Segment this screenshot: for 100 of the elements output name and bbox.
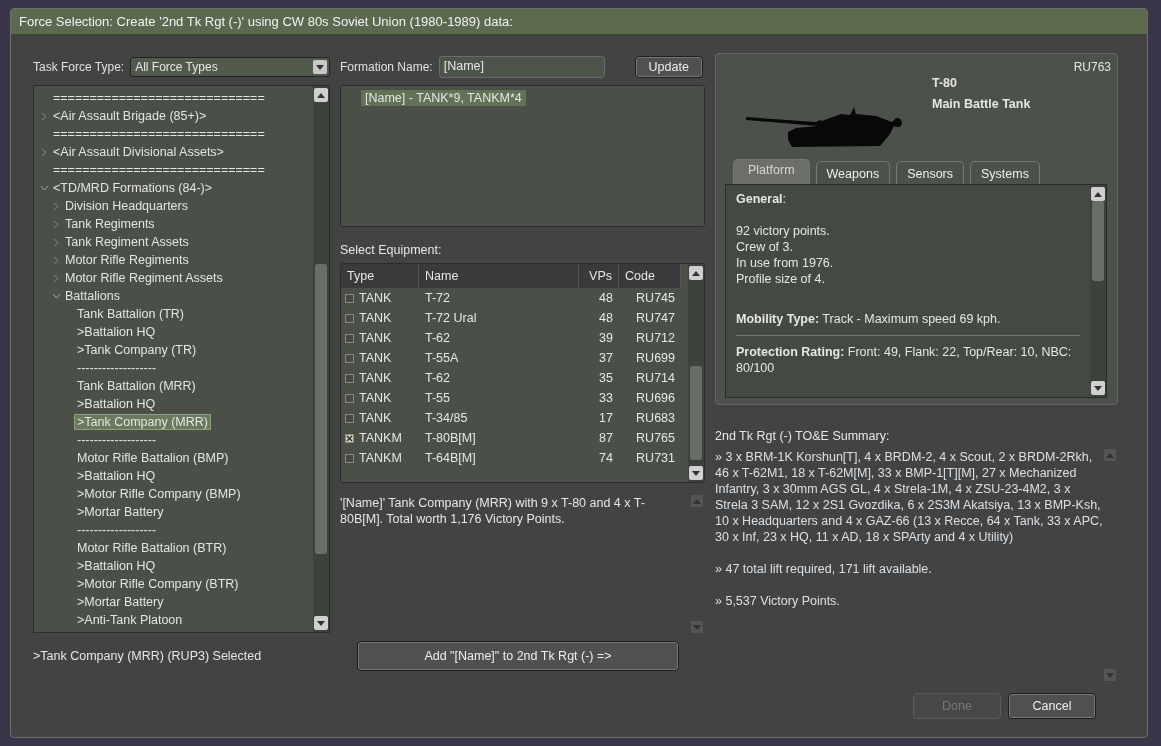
info-text: In use from 1976.: [736, 255, 835, 271]
tree-item[interactable]: <TD/MRD Formations (84-)>: [50, 180, 216, 196]
checkbox[interactable]: [345, 293, 354, 303]
update-button[interactable]: Update: [634, 56, 703, 78]
scroll-down-arrow-icon[interactable]: [692, 470, 700, 476]
formation-name-field[interactable]: [Name]: [438, 56, 605, 78]
table-cell-text: 37: [598, 350, 614, 367]
tree-item[interactable]: =============================: [50, 162, 268, 178]
checkbox[interactable]: [345, 333, 354, 343]
column-header[interactable]: Name: [419, 264, 579, 288]
table-cell-text: RU714: [635, 370, 676, 387]
tree-item[interactable]: =============================: [50, 90, 268, 106]
checkbox[interactable]: [345, 453, 354, 463]
checkbox[interactable]: [345, 413, 354, 423]
task-force-type-dropdown[interactable]: All Force Types: [130, 57, 330, 77]
tree-item[interactable]: >Mortar Battery: [74, 504, 167, 520]
table-cell: TANK: [359, 291, 392, 305]
tree-item[interactable]: Battalions: [62, 288, 123, 304]
tree-item[interactable]: -------------------: [74, 522, 160, 538]
scrollbar[interactable]: [1090, 185, 1106, 397]
tree-item[interactable]: >Motor Rifle Company (BTR): [74, 576, 242, 592]
tree-item[interactable]: <Air Assault Divisional Assets>: [50, 144, 227, 160]
table-cell-text: 35: [598, 370, 614, 387]
table-cell-text: RU747: [635, 310, 676, 327]
tree-item[interactable]: >Battalion HQ: [74, 324, 159, 340]
tree-item[interactable]: Motor Rifle Regiments: [62, 252, 192, 268]
column-header[interactable]: Code: [619, 264, 681, 288]
tree-item[interactable]: >Battalion HQ: [74, 558, 159, 574]
tree-item[interactable]: Motor Rifle Regiment Assets: [62, 270, 226, 286]
collapsed-chevron-icon[interactable]: [53, 238, 59, 246]
expanded-chevron-icon[interactable]: [40, 185, 48, 191]
info-text: 92 victory points.: [736, 223, 831, 239]
checkbox[interactable]: [345, 393, 354, 403]
tree-item[interactable]: Division Headquarters: [62, 198, 191, 214]
expanded-chevron-icon[interactable]: [52, 293, 60, 299]
collapsed-chevron-icon[interactable]: [41, 148, 47, 156]
table-cell-text: RU731: [635, 450, 676, 467]
column-header[interactable]: VPs: [579, 264, 619, 288]
table-cell-text: T-55A: [424, 350, 460, 367]
table-cell-text: 87: [598, 430, 614, 447]
tree-item[interactable]: Tank Regiment Assets: [62, 234, 192, 250]
column-header[interactable]: Type: [341, 264, 419, 288]
table-cell-text: RU683: [635, 410, 676, 427]
tree-item[interactable]: >Battalion HQ: [74, 468, 159, 484]
collapsed-chevron-icon[interactable]: [53, 202, 59, 210]
tree-item[interactable]: Motor Rifle Battalion (BTR): [74, 540, 230, 556]
tree-item[interactable]: <Air Assault Brigade (85+)>: [50, 108, 210, 124]
tree-item[interactable]: >Mortar Battery: [74, 594, 167, 610]
tab[interactable]: Platform: [733, 159, 810, 184]
formation-description: '[Name]' Tank Company (MRR) with 9 x T-80 and 4 x T-80B[M]. Total worth 1,176 Victory Points.: [340, 495, 646, 528]
table-cell-text: T-55: [424, 390, 451, 407]
tree-item[interactable]: =============================: [50, 126, 268, 142]
tree-item[interactable]: >Motor Rifle Company (BMP): [74, 486, 244, 502]
info-text: Profile size of 4.: [736, 271, 826, 287]
scroll-up-arrow-icon[interactable]: [692, 270, 700, 276]
scrollbar[interactable]: [313, 86, 329, 632]
add-formation-button[interactable]: Add "[Name]" to 2nd Tk Rgt (-) =>: [357, 641, 679, 671]
table-cell: TANK: [359, 391, 392, 405]
table-cell-text: RU745: [635, 290, 676, 307]
tab[interactable]: Weapons: [815, 161, 891, 184]
tab[interactable]: Sensors: [896, 161, 964, 184]
scroll-down-arrow-icon[interactable]: [317, 620, 325, 626]
tree-item[interactable]: >Tank Company (TR): [74, 342, 200, 358]
tree-item[interactable]: Tank Battalion (TR): [74, 306, 187, 322]
collapsed-chevron-icon[interactable]: [53, 274, 59, 282]
tree-item[interactable]: Tank Battalion (MRR): [74, 378, 199, 394]
tree-item[interactable]: Motor Rifle Battalion (BMP): [74, 450, 232, 466]
formation-entry[interactable]: [Name] - TANK*9, TANKM*4: [361, 90, 526, 106]
tree-item[interactable]: Tank Regiments: [62, 216, 158, 232]
tree-item[interactable]: -------------------: [74, 360, 160, 376]
table-cell-text: 48: [598, 290, 614, 307]
tree-item[interactable]: >Tank Company (MRR): [74, 414, 211, 430]
summary-text: » 3 x BRM-1K Korshun[T], 4 x BRDM-2, 4 x Scout, 2 x BRDM-2Rkh, 46 x T-62M1, 18 x T-62M[M], 33 x BMP-1[T][M], 27 x Mechanized Infantry, 3 x 30mm AGS GL, 4 x Strela-1M, 4 x ZSU-23-4M2, 3 x Strela 3 SAM, 12 x 2S1 Gvozdika, 6 x 2S3M Akatsiya, 13 x BMP-Ksh, 10 x Headquarters and 4 x GAZ-66 (13 x Recce, 64 x Tank, 33 x APC, 30 x Inf, 23 x HQ, 11 x AD, 18 x SPArty and 4 x Utility): [715, 449, 1104, 545]
scroll-up-arrow-icon[interactable]: [317, 92, 325, 98]
table-cell-text: RU712: [635, 330, 676, 347]
tree-item[interactable]: >Battalion HQ: [74, 396, 159, 412]
checkbox[interactable]: [345, 373, 354, 383]
table-cell-text: T-72: [424, 290, 451, 307]
scrollbar[interactable]: [688, 264, 704, 482]
checkbox[interactable]: [345, 353, 354, 363]
scroll-up-arrow-icon[interactable]: [1094, 191, 1102, 197]
info-text: General:: [736, 191, 788, 207]
checkbox[interactable]: [345, 433, 354, 443]
info-text: Mobility Type: Track - Maximum speed 69 kph.: [736, 311, 1002, 327]
collapsed-chevron-icon[interactable]: [41, 112, 47, 120]
table-cell: TANK: [359, 371, 392, 385]
table-cell: TANK: [359, 351, 392, 365]
table-cell: TANK: [359, 411, 392, 425]
collapsed-chevron-icon[interactable]: [53, 220, 59, 228]
tree-item[interactable]: -------------------: [74, 432, 160, 448]
table-cell-text: 33: [598, 390, 614, 407]
checkbox[interactable]: [345, 313, 354, 323]
dialog-button[interactable]: Cancel: [1008, 693, 1096, 719]
collapsed-chevron-icon[interactable]: [53, 256, 59, 264]
tree-item[interactable]: >Anti-Tank Platoon: [74, 612, 186, 628]
scroll-down-arrow-icon[interactable]: [316, 64, 324, 70]
tab[interactable]: Systems: [970, 161, 1040, 184]
table-cell-text: RU699: [635, 350, 676, 367]
scroll-down-arrow-icon[interactable]: [1094, 385, 1102, 391]
field-label: Formation Name:: [340, 60, 433, 74]
